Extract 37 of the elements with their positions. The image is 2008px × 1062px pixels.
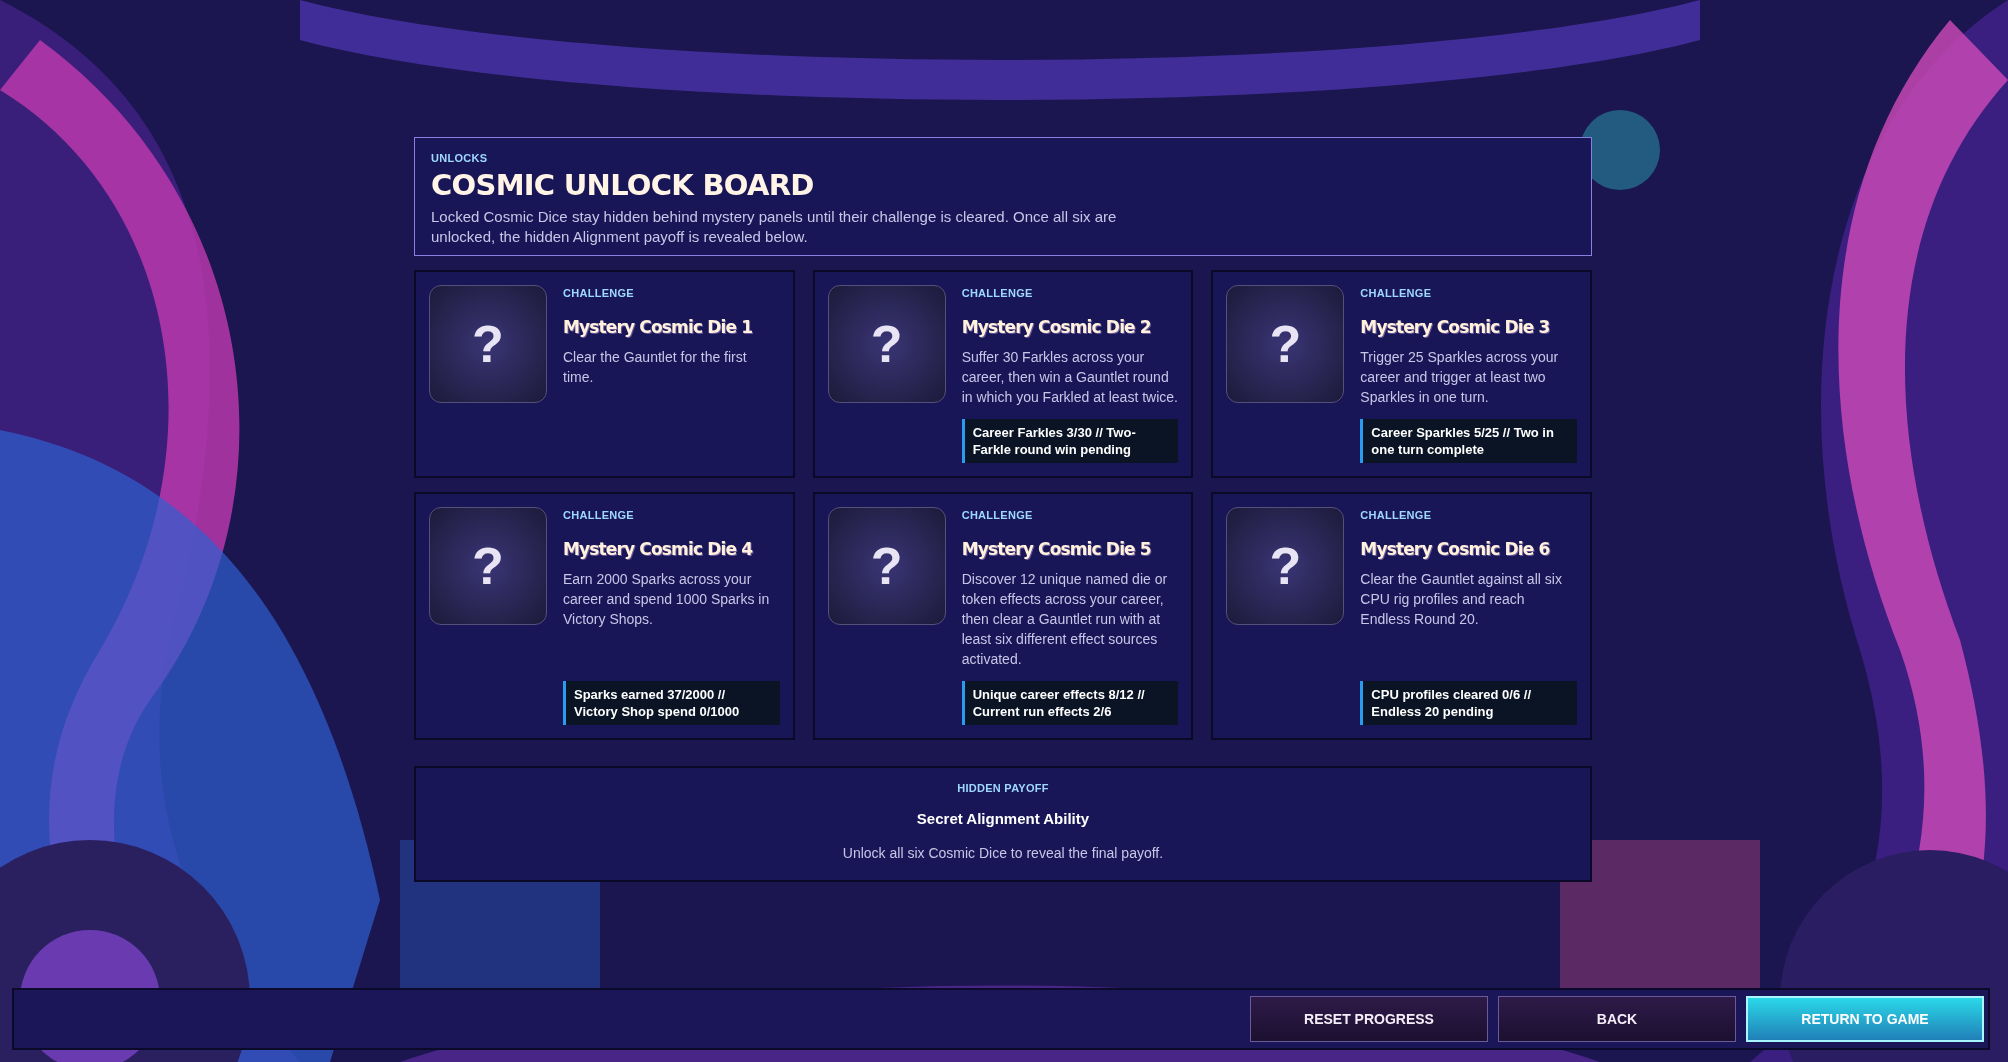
- progress-note: Career Farkles 3/30 // Two-Farkle round win pending: [961, 418, 1179, 463]
- action-button[interactable]: BACK: [1498, 996, 1736, 1042]
- challenge-label: CHALLENGE: [563, 285, 635, 301]
- card-description: Earn 2000 Sparks across your career and spend 1000 Sparks in Victory Shops.: [563, 569, 771, 629]
- progress-note: Career Sparkles 5/25 // Two in one turn complete: [1360, 418, 1577, 463]
- card-title: Mystery Cosmic Die 1: [563, 316, 754, 340]
- card-title: Mystery Cosmic Die 6: [1360, 538, 1551, 562]
- progress-note: CPU profiles cleared 0/6 // Endless 20 pending: [1360, 680, 1577, 725]
- challenge-label: CHALLENGE: [563, 507, 635, 523]
- page-title: COSMIC UNLOCK BOARD: [431, 166, 815, 203]
- payoff-description: Unlock all six Cosmic Dice to reveal the final payoff.: [842, 843, 1164, 863]
- card-title: Mystery Cosmic Die 5: [961, 538, 1152, 562]
- payoff-title: Secret Alignment Ability: [916, 809, 1090, 830]
- question-mark: ?: [870, 535, 903, 597]
- question-mark: ?: [472, 535, 504, 597]
- section-label: HIDDEN PAYOFF: [957, 780, 1049, 796]
- card-description: Clear the Gauntlet for the first time.: [563, 347, 748, 387]
- card-description: Discover 12 unique named die or token effects across your career, then clear a Gauntlet run with at least six different effect sources activated.: [961, 569, 1169, 669]
- card-title: Mystery Cosmic Die 2: [961, 316, 1152, 340]
- progress-note: Sparks earned 37/2000 // Victory Shop spend 0/1000: [563, 680, 780, 725]
- challenge-label: CHALLENGE: [1360, 507, 1433, 523]
- card-description: Clear the Gauntlet against all six CPU rig profiles and reach Endless Round 20.: [1360, 569, 1563, 629]
- section-label: UNLOCKS: [431, 151, 489, 166]
- page-description: Locked Cosmic Dice stay hidden behind mystery panels until their challenge is cleared. Once all six are unlocked, the hidden Alignment payoff is revealed below.: [431, 206, 1118, 247]
- action-button[interactable]: RESET PROGRESS: [1250, 996, 1488, 1042]
- question-mark: ?: [870, 313, 903, 375]
- challenge-label: CHALLENGE: [1360, 285, 1433, 301]
- progress-note: Unique career effects 8/12 // Current run effects 2/6: [961, 680, 1179, 725]
- question-mark: ?: [1269, 535, 1302, 597]
- question-mark: ?: [472, 313, 504, 375]
- challenge-label: CHALLENGE: [961, 507, 1034, 523]
- card-title: Mystery Cosmic Die 3: [1360, 316, 1551, 340]
- question-mark: ?: [1269, 313, 1302, 375]
- card-title: Mystery Cosmic Die 4: [563, 538, 754, 562]
- card-description: Suffer 30 Farkles across your career, then win a Gauntlet round in which you Farkled at least twice.: [961, 347, 1179, 407]
- card-description: Trigger 25 Sparkles across your career and trigger at least two Sparkles in one turn.: [1360, 347, 1560, 407]
- challenge-label: CHALLENGE: [961, 285, 1034, 301]
